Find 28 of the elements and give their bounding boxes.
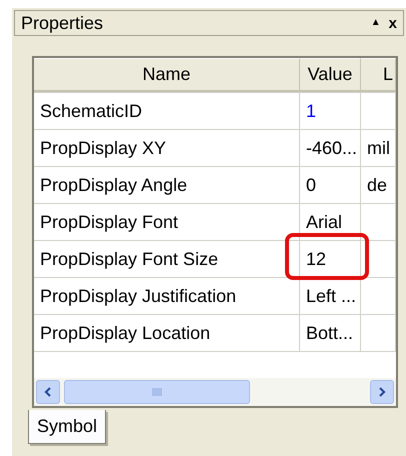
property-unit: de [367,176,388,194]
property-value: Arial [306,213,342,231]
scroll-thumb[interactable] [64,380,250,404]
column-header[interactable]: Value [300,58,361,92]
property-name: PropDisplay Font [40,213,178,231]
grip-icon [152,388,162,396]
property-name: PropDisplay Location [40,324,210,342]
column-header[interactable]: L [361,58,396,92]
property-value: Left ... [306,287,356,305]
tab[interactable]: Symbol [28,410,106,444]
property-value: Bott... [306,324,354,342]
property-value: 12 [306,250,326,268]
column-header[interactable]: Name [34,58,300,92]
property-value: -460... [306,139,358,157]
property-unit: mil [367,139,390,157]
scroll-right-button[interactable] [370,380,394,404]
property-value: 0 [306,176,316,194]
close-button[interactable]: x [388,16,397,30]
property-name: PropDisplay Justification [40,287,236,305]
property-value: 1 [306,102,316,120]
property-name: SchematicID [40,102,142,120]
pin-button[interactable]: ▲ [370,18,381,28]
property-name: PropDisplay Font Size [40,250,218,268]
scroll-left-button[interactable] [36,380,60,404]
property-name: PropDisplay Angle [40,176,188,194]
horizontal-scrollbar[interactable] [34,378,396,406]
panel-title: Properties [21,14,104,32]
property-name: PropDisplay XY [40,139,166,157]
